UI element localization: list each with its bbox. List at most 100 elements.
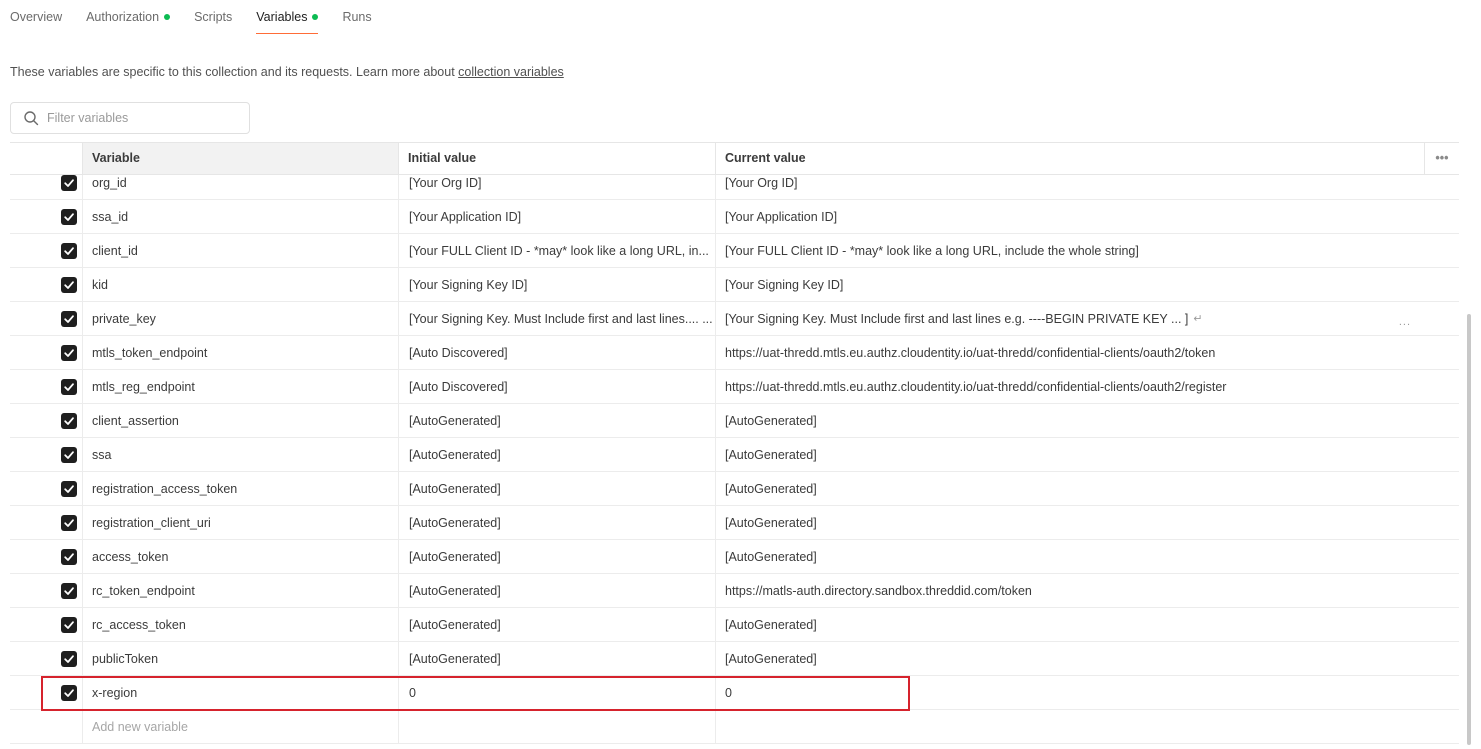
initial-value-cell[interactable]: [AutoGenerated] bbox=[398, 472, 715, 505]
initial-value-cell[interactable]: [Your FULL Client ID - *may* look like a… bbox=[398, 234, 715, 267]
variables-description: These variables are specific to this col… bbox=[10, 65, 564, 79]
initial-value-cell[interactable]: [Auto Discovered] bbox=[398, 370, 715, 403]
initial-value-cell[interactable]: [AutoGenerated] bbox=[398, 574, 715, 607]
description-text: These variables are specific to this col… bbox=[10, 65, 459, 79]
table-row: client_id [Your FULL Client ID - *may* lo… bbox=[10, 234, 1459, 268]
table-row: publicToken [AutoGenerated] [AutoGenerated… bbox=[10, 642, 1459, 676]
table-more-options-icon[interactable]: ••• bbox=[1424, 143, 1459, 174]
initial-value-cell[interactable]: [AutoGenerated] bbox=[398, 608, 715, 641]
enable-checkbox[interactable] bbox=[61, 311, 77, 327]
initial-value-cell[interactable]: [Auto Discovered] bbox=[398, 336, 715, 369]
variable-name-cell[interactable]: x-region bbox=[82, 676, 398, 709]
checkmark-icon bbox=[64, 621, 74, 629]
checkmark-icon bbox=[64, 655, 74, 663]
variable-name-cell[interactable]: mtls_token_endpoint bbox=[82, 336, 398, 369]
enable-checkbox[interactable] bbox=[61, 583, 77, 599]
checkmark-icon bbox=[64, 281, 74, 289]
initial-value-cell[interactable]: 0 bbox=[398, 676, 715, 709]
current-value-cell[interactable]: [Your FULL Client ID - *may* look like a… bbox=[715, 234, 1459, 267]
initial-value-cell[interactable]: [Your Application ID] bbox=[398, 200, 715, 233]
add-new-variable-input[interactable]: Add new variable bbox=[82, 710, 398, 743]
variable-name-cell[interactable]: mtls_reg_endpoint bbox=[82, 370, 398, 403]
collection-variables-link[interactable]: collection variables bbox=[458, 65, 564, 79]
current-value-cell[interactable]: [AutoGenerated] bbox=[715, 608, 1459, 641]
tab-overview[interactable]: Overview bbox=[10, 0, 62, 34]
variable-name-cell[interactable]: kid bbox=[82, 268, 398, 301]
current-value-text: https://uat-thredd.mtls.eu.authz.clouden… bbox=[725, 345, 1216, 360]
current-value-text: [AutoGenerated] bbox=[725, 651, 817, 666]
tab-bar: Overview Authorization Scripts Variables Run… bbox=[10, 0, 396, 34]
enable-checkbox[interactable] bbox=[61, 379, 77, 395]
enable-checkbox[interactable] bbox=[61, 277, 77, 293]
tab-label: Runs bbox=[342, 10, 372, 24]
current-value-cell[interactable]: 0 bbox=[715, 676, 1459, 709]
current-value-text: 0 bbox=[725, 685, 732, 700]
variable-name-cell[interactable]: rc_access_token bbox=[82, 608, 398, 641]
tab-authorization[interactable]: Authorization bbox=[86, 0, 171, 34]
enable-checkbox[interactable] bbox=[61, 243, 77, 259]
variable-name-cell[interactable]: publicToken bbox=[82, 642, 398, 675]
current-value-cell[interactable]: https://uat-thredd.mtls.eu.authz.clouden… bbox=[715, 370, 1459, 403]
enable-checkbox[interactable] bbox=[61, 617, 77, 633]
enable-checkbox[interactable] bbox=[61, 515, 77, 531]
current-value-cell[interactable]: [Your Signing Key. Must Include first an… bbox=[715, 302, 1459, 335]
current-value-cell[interactable]: [Your Signing Key ID] bbox=[715, 268, 1459, 301]
variable-name-cell[interactable]: client_id bbox=[82, 234, 398, 267]
add-current-value-cell[interactable] bbox=[715, 710, 1459, 743]
enable-checkbox[interactable] bbox=[61, 345, 77, 361]
variable-name-cell[interactable]: rc_token_endpoint bbox=[82, 574, 398, 607]
initial-value-cell[interactable]: [AutoGenerated] bbox=[398, 540, 715, 573]
tab-variables[interactable]: Variables bbox=[256, 0, 319, 34]
add-variable-row: Add new variable bbox=[10, 710, 1459, 744]
current-value-cell[interactable]: [AutoGenerated] bbox=[715, 404, 1459, 437]
initial-value-cell[interactable]: [Your Signing Key. Must Include first an… bbox=[398, 302, 715, 335]
current-value-cell[interactable]: [Your Org ID] bbox=[715, 175, 1459, 199]
current-value-cell[interactable]: [AutoGenerated] bbox=[715, 472, 1459, 505]
variable-name-cell[interactable]: client_assertion bbox=[82, 404, 398, 437]
variable-name-cell[interactable]: ssa_id bbox=[82, 200, 398, 233]
tab-runs[interactable]: Runs bbox=[342, 0, 371, 34]
initial-value-cell[interactable]: [AutoGenerated] bbox=[398, 438, 715, 471]
initial-value-cell[interactable]: [Your Org ID] bbox=[398, 175, 715, 199]
variable-name-cell[interactable]: ssa bbox=[82, 438, 398, 471]
current-value-cell[interactable]: [AutoGenerated] bbox=[715, 438, 1459, 471]
enable-checkbox[interactable] bbox=[61, 685, 77, 701]
filter-box[interactable] bbox=[10, 102, 250, 134]
current-value-cell[interactable]: [AutoGenerated] bbox=[715, 540, 1459, 573]
enable-checkbox[interactable] bbox=[61, 175, 77, 191]
add-initial-value-cell[interactable] bbox=[398, 710, 715, 743]
header-variable-cell: Variable bbox=[82, 143, 398, 174]
enable-checkbox[interactable] bbox=[61, 447, 77, 463]
variable-name-cell[interactable]: registration_client_uri bbox=[82, 506, 398, 539]
variable-name-cell[interactable]: registration_access_token bbox=[82, 472, 398, 505]
variable-name-cell[interactable]: private_key bbox=[82, 302, 398, 335]
table-row: mtls_reg_endpoint [Auto Discovered] https:… bbox=[10, 370, 1459, 404]
initial-value-cell[interactable]: [AutoGenerated] bbox=[398, 506, 715, 539]
row-more-icon[interactable]: ... bbox=[1399, 316, 1411, 328]
table-row: private_key [Your Signing Key. Must Inclu… bbox=[10, 302, 1459, 336]
current-value-text: https://matls-auth.directory.sandbox.thr… bbox=[725, 583, 1032, 598]
current-value-cell[interactable]: https://uat-thredd.mtls.eu.authz.clouden… bbox=[715, 336, 1459, 369]
current-value-cell[interactable]: [AutoGenerated] bbox=[715, 506, 1459, 539]
checkmark-icon bbox=[64, 553, 74, 561]
enable-checkbox[interactable] bbox=[61, 481, 77, 497]
variable-name-cell[interactable]: org_id bbox=[82, 175, 398, 199]
initial-value-cell[interactable]: [AutoGenerated] bbox=[398, 404, 715, 437]
current-value-text: [Your Signing Key ID] bbox=[725, 277, 844, 292]
table-row: x-region 0 0 bbox=[10, 676, 1459, 710]
variable-name-cell[interactable]: access_token bbox=[82, 540, 398, 573]
enable-checkbox[interactable] bbox=[61, 651, 77, 667]
table-header: Variable Initial value Current value ••• bbox=[10, 142, 1459, 175]
enable-checkbox[interactable] bbox=[61, 413, 77, 429]
initial-value-cell[interactable]: [Your Signing Key ID] bbox=[398, 268, 715, 301]
scrollbar[interactable] bbox=[1467, 314, 1471, 745]
current-value-cell[interactable]: [Your Application ID] bbox=[715, 200, 1459, 233]
enable-checkbox[interactable] bbox=[61, 209, 77, 225]
current-value-cell[interactable]: [AutoGenerated] bbox=[715, 642, 1459, 675]
current-value-cell[interactable]: https://matls-auth.directory.sandbox.thr… bbox=[715, 574, 1459, 607]
table-row: registration_access_token [AutoGenerated]… bbox=[10, 472, 1459, 506]
filter-variables-input[interactable] bbox=[47, 111, 237, 125]
initial-value-cell[interactable]: [AutoGenerated] bbox=[398, 642, 715, 675]
tab-scripts[interactable]: Scripts bbox=[194, 0, 232, 34]
enable-checkbox[interactable] bbox=[61, 549, 77, 565]
